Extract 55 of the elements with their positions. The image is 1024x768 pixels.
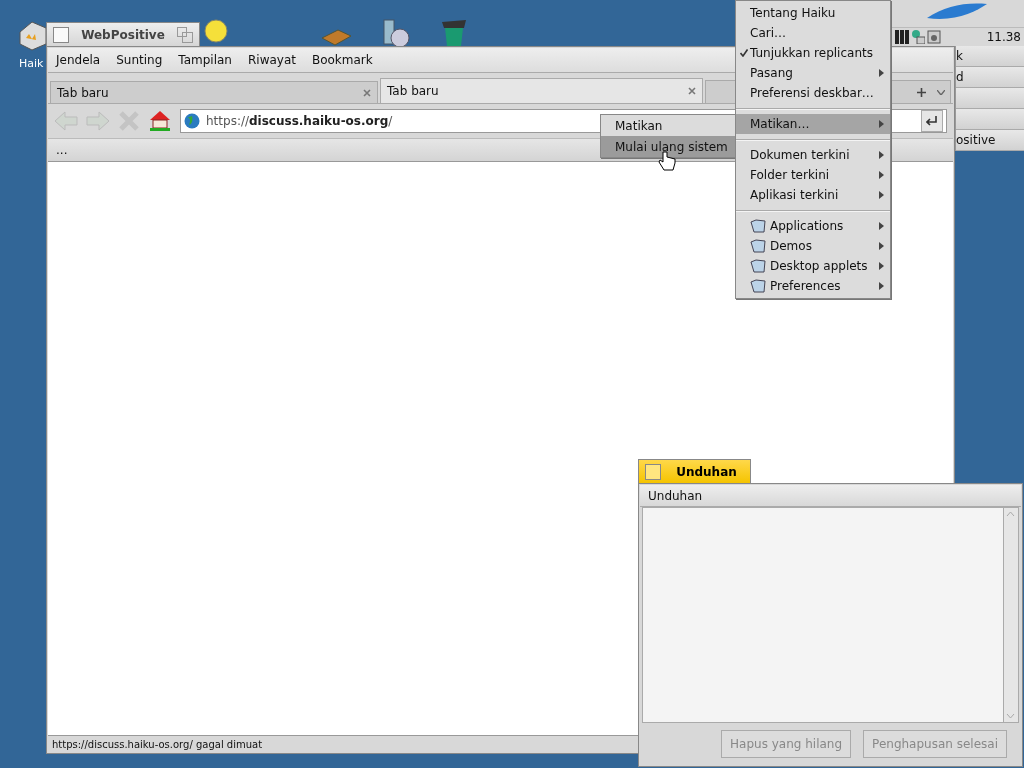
status-text: https://discuss.haiku-os.org/ gagal dimuat xyxy=(52,738,263,750)
menu-item[interactable]: Tunjukkan replicants xyxy=(736,43,890,63)
clock[interactable]: 11.38 xyxy=(986,30,1021,44)
close-box-icon[interactable] xyxy=(53,26,69,43)
home-icon[interactable] xyxy=(148,110,172,132)
deskbar-app-item[interactable]: d xyxy=(956,67,1024,88)
menu-item[interactable]: Preferences xyxy=(736,276,890,296)
menu-item[interactable]: Tentang Haiku xyxy=(736,3,890,23)
close-icon[interactable] xyxy=(688,87,696,95)
menu-item[interactable]: Pasang xyxy=(736,63,890,83)
menu-item[interactable]: Bookmark xyxy=(303,53,381,67)
cd-icon[interactable] xyxy=(380,18,410,46)
menu-item[interactable]: Sunting xyxy=(108,53,171,67)
menu-item[interactable]: Mulai ulang sistem xyxy=(601,136,736,157)
go-button[interactable] xyxy=(921,110,943,132)
menu-item[interactable]: Tampilan xyxy=(170,53,240,67)
deskbar-app-item[interactable] xyxy=(956,109,1024,130)
window-title-tab[interactable]: Unduhan xyxy=(638,459,751,483)
scrollbar[interactable] xyxy=(1003,508,1018,722)
deskbar-app-item[interactable]: ositive xyxy=(956,130,1024,151)
menu-item[interactable]: Riwayat xyxy=(239,53,304,67)
caret-icon xyxy=(937,89,945,95)
folder-icon xyxy=(750,259,766,273)
network-icon[interactable] xyxy=(911,30,925,44)
menu-item[interactable]: Aplikasi terkini xyxy=(736,185,890,205)
menu-item[interactable]: Matikan… xyxy=(736,114,890,134)
menu-item[interactable]: Matikan xyxy=(601,115,736,136)
deskbar-app-item[interactable] xyxy=(956,88,1024,109)
globe-icon xyxy=(184,113,200,129)
close-icon[interactable] xyxy=(363,88,371,97)
trash-icon[interactable] xyxy=(440,18,468,46)
folder-icon xyxy=(750,219,766,233)
close-box-icon[interactable] xyxy=(645,463,661,480)
menu-item[interactable]: Folder terkini xyxy=(736,165,890,185)
cpu-meter-icon xyxy=(895,30,909,44)
checkmark-icon xyxy=(740,49,748,57)
icon-label: Haik xyxy=(19,57,45,70)
menu-item[interactable]: Desktop applets xyxy=(736,256,890,276)
menu-item[interactable]: Jendela xyxy=(48,53,109,67)
volume-icon[interactable] xyxy=(927,30,941,44)
browser-tab[interactable]: Tab baru xyxy=(380,78,703,103)
menu-item[interactable]: Demos xyxy=(736,236,890,256)
window-title-tab[interactable]: WebPositive xyxy=(46,22,200,46)
folder-icon xyxy=(750,279,766,293)
plus-icon xyxy=(916,87,926,97)
menu-item[interactable]: Cari… xyxy=(736,23,890,43)
browser-tab[interactable]: Tab baru xyxy=(50,81,378,103)
zoom-box-icon[interactable] xyxy=(177,26,193,43)
header-text: Unduhan xyxy=(648,488,703,503)
folder-icon xyxy=(750,239,766,253)
deskbar-app-item[interactable]: k xyxy=(956,46,1024,67)
enter-icon xyxy=(926,116,938,126)
bookmark-overflow[interactable]: ... xyxy=(56,143,68,157)
menu-item[interactable]: Dokumen terkini xyxy=(736,145,890,165)
menu-item[interactable]: Applications xyxy=(736,216,890,236)
